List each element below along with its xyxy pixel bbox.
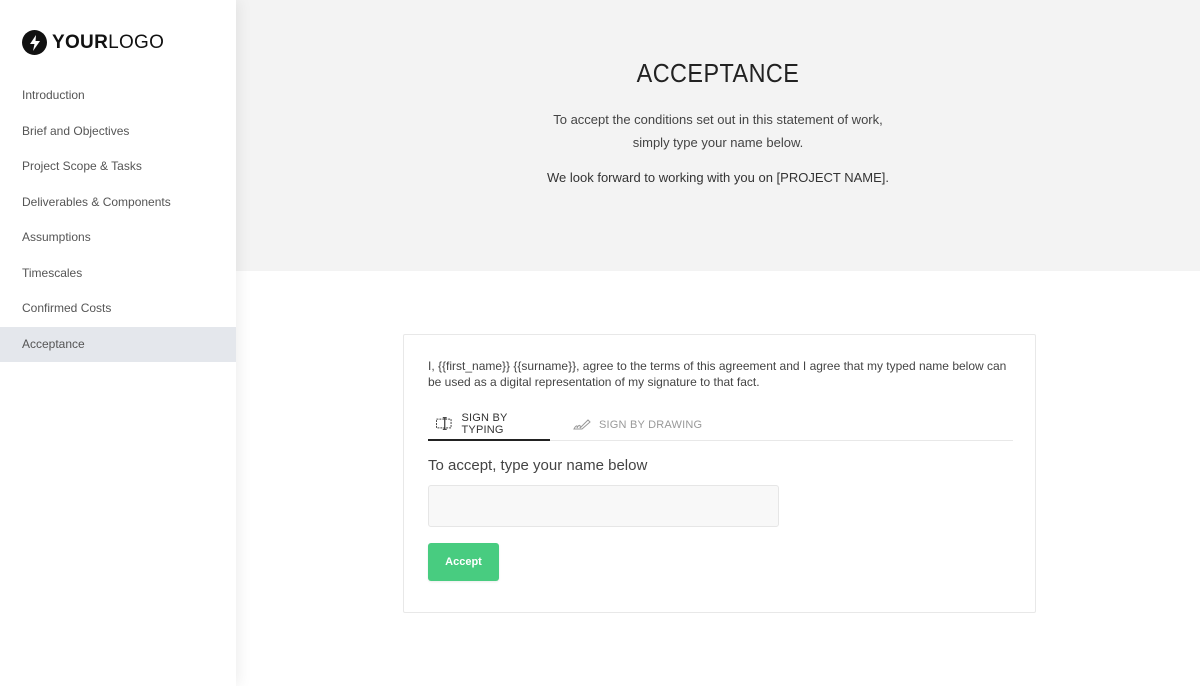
pen-signature-icon [573,418,591,429]
agreement-text: I, {{first_name}} {{surname}}, agree to … [428,359,1007,389]
sidebar-item-deliverables[interactable]: Deliverables & Components [0,185,236,221]
sidebar: YOURLOGO Introduction Brief and Objectiv… [0,0,236,686]
sidebar-item-assumptions[interactable]: Assumptions [0,220,236,256]
sidebar-item-confirmed-costs[interactable]: Confirmed Costs [0,291,236,327]
sidebar-item-acceptance[interactable]: Acceptance [0,326,236,362]
sidebar-item-introduction[interactable]: Introduction [0,78,236,114]
lightning-bolt-icon [22,30,47,55]
intro-line-2: simply type your name below. [632,135,804,150]
tab-sign-by-typing[interactable]: SIGN BY TYPING [428,408,550,441]
logo[interactable]: YOURLOGO [22,30,164,55]
intro-line-1: To accept the conditions set out in this… [553,112,883,127]
signature-card: I, {{first_name}} {{surname}}, agree to … [403,334,1036,613]
logo-text: YOURLOGO [52,31,165,53]
name-input[interactable] [428,485,779,527]
acceptance-header: ACCEPTANCE To accept the conditions set … [236,0,1200,271]
signature-tabs: SIGN BY TYPING SIGN BY DRAWING [428,408,1013,441]
intro-text: To accept the conditions set out in this… [236,108,1200,154]
page-title: ACCEPTANCE [636,58,800,88]
sidebar-item-brief-and-objectives[interactable]: Brief and Objectives [0,114,236,150]
tab-sign-by-typing-label: SIGN BY TYPING [461,411,508,436]
tab-sign-by-drawing[interactable]: SIGN BY DRAWING [573,408,702,441]
name-input-label: To accept, type your name below [428,457,648,474]
project-line: We look forward to working with you on [… [547,170,889,185]
sidebar-nav: Introduction Brief and Objectives Projec… [0,78,236,362]
tab-sign-by-drawing-label: SIGN BY DRAWING [599,418,703,431]
sidebar-item-timescales[interactable]: Timescales [0,256,236,292]
text-cursor-icon [436,417,452,430]
sidebar-item-project-scope[interactable]: Project Scope & Tasks [0,149,236,185]
accept-button[interactable]: Accept [428,543,499,581]
